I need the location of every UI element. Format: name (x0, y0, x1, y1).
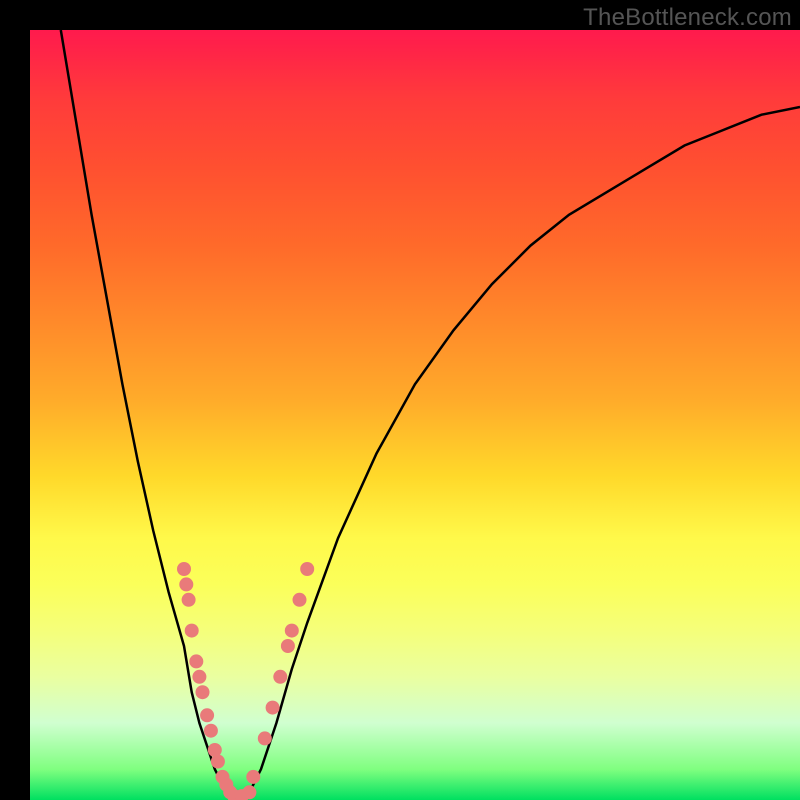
highlight-dot (219, 778, 233, 792)
highlight-dot (208, 743, 222, 757)
highlight-dot (258, 731, 272, 745)
highlight-dot (266, 701, 280, 715)
highlight-dot (185, 624, 199, 638)
highlight-dot (227, 789, 241, 800)
highlight-dot (246, 770, 260, 784)
highlight-dot (293, 593, 307, 607)
left-curve (61, 30, 230, 800)
watermark-text: TheBottleneck.com (583, 4, 792, 32)
chart-svg (30, 30, 800, 800)
highlight-dot (285, 624, 299, 638)
highlight-dot (189, 654, 203, 668)
highlight-dot (179, 577, 193, 591)
highlight-dot (216, 770, 230, 784)
highlight-dot (177, 562, 191, 576)
highlight-dot (242, 785, 256, 799)
highlight-dot (281, 639, 295, 653)
highlight-dot (211, 755, 225, 769)
highlight-dot (182, 593, 196, 607)
chart-frame: TheBottleneck.com (0, 0, 800, 800)
highlight-dot (192, 670, 206, 684)
highlight-dot (196, 685, 210, 699)
highlight-dot (300, 562, 314, 576)
highlight-dot (223, 785, 237, 799)
highlight-dot (273, 670, 287, 684)
highlight-dots (177, 562, 314, 800)
highlight-dot (235, 789, 249, 800)
highlight-dot (204, 724, 218, 738)
highlight-dot (200, 708, 214, 722)
plot-area (30, 30, 800, 800)
right-curve (246, 107, 800, 800)
